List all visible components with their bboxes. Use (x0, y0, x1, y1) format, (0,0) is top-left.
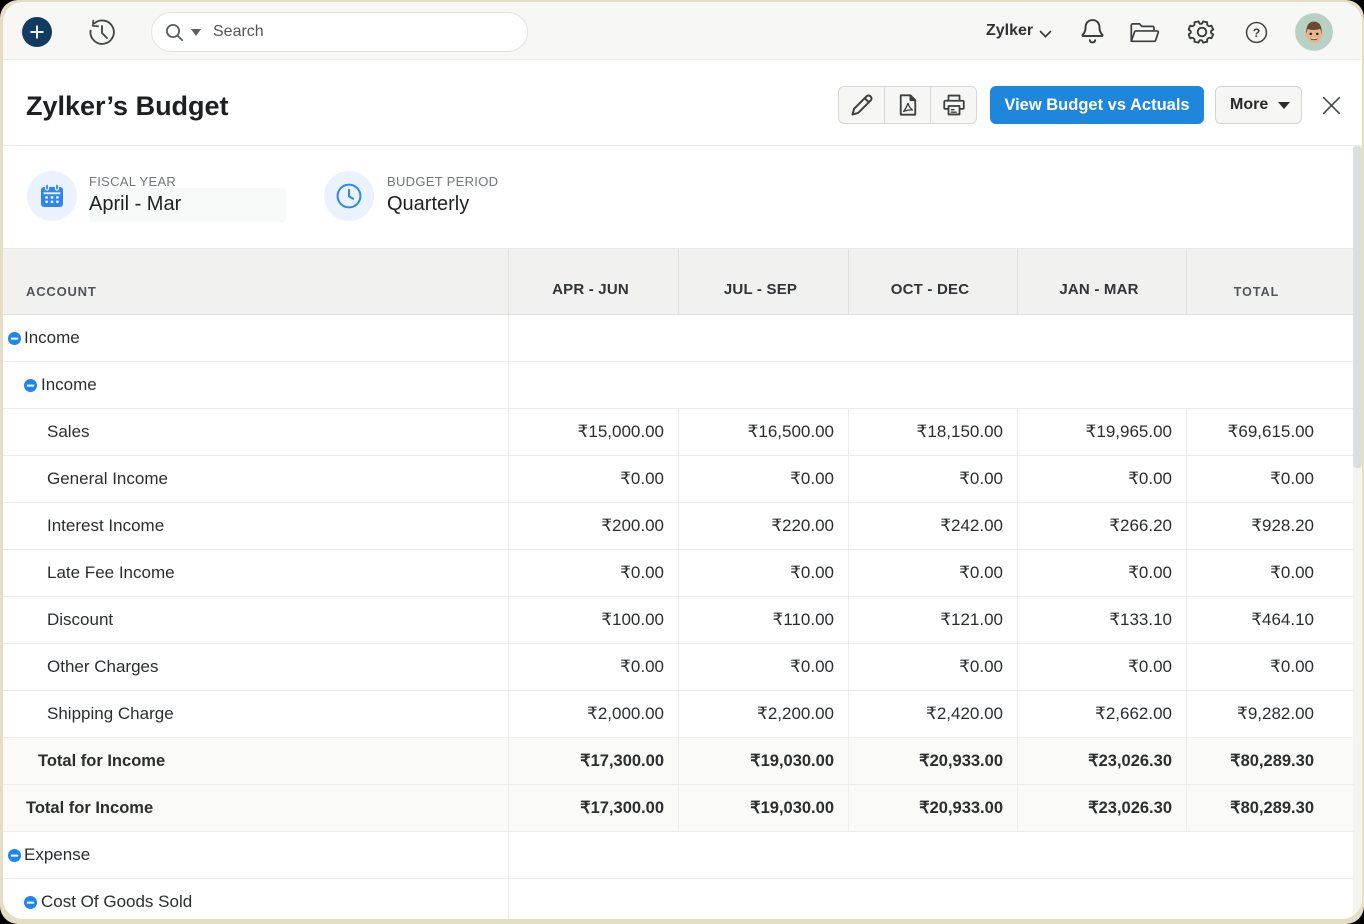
svg-text:?: ? (1253, 26, 1261, 40)
